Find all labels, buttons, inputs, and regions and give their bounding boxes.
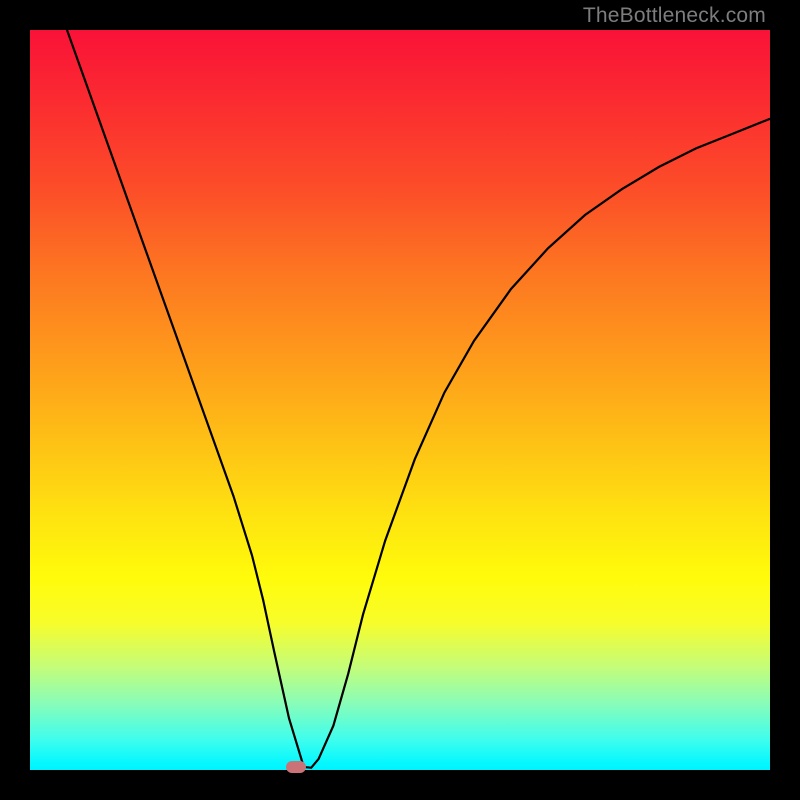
chart-frame: TheBottleneck.com [0, 0, 800, 800]
bottleneck-curve [67, 30, 770, 768]
curve-svg [30, 30, 770, 770]
min-marker [286, 761, 306, 773]
watermark-text: TheBottleneck.com [583, 4, 766, 28]
plot-area [30, 30, 770, 770]
